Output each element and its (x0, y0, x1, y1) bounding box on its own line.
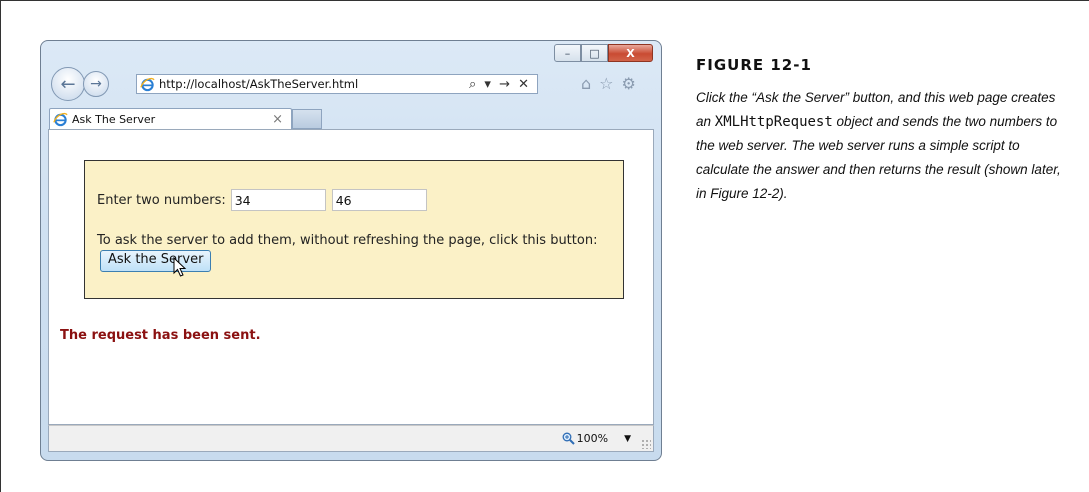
chevron-down-icon[interactable]: ▼ (624, 434, 631, 444)
navigation-buttons: ← → (51, 67, 109, 101)
prompt-label: Enter two numbers: (97, 192, 226, 208)
maximize-button[interactable]: □ (581, 44, 608, 62)
numbers-row: Enter two numbers: (97, 189, 427, 211)
new-tab-button[interactable] (292, 109, 322, 129)
zoom-level: 100% (576, 432, 609, 445)
zoom-icon (562, 432, 575, 445)
number1-input[interactable] (230, 189, 326, 211)
forward-arrow-icon[interactable]: → (83, 71, 109, 97)
tab-ask-the-server[interactable]: Ask The Server × (49, 108, 292, 129)
caption-code: XMLHttpRequest (714, 114, 833, 130)
tab-close-icon[interactable]: × (272, 112, 291, 127)
instruction-block: To ask the server to add them, without r… (97, 231, 617, 277)
figure-label: FIGURE 12-1 (696, 56, 812, 74)
page-frame-left (0, 0, 1, 492)
home-icon[interactable]: ⌂ (581, 74, 591, 93)
address-url: http://localhost/AskTheServer.html (159, 77, 359, 91)
browser-toolbar-icons: ⌂ ☆ ⚙ (581, 74, 636, 93)
window-controls: – □ X (554, 44, 653, 62)
tab-title: Ask The Server (72, 112, 156, 126)
ie-logo-icon (139, 76, 155, 92)
number2-input[interactable] (331, 189, 427, 211)
status-bar: 100% ▼ (48, 425, 654, 452)
form-panel: Enter two numbers: To ask the server to … (84, 160, 624, 299)
address-tools[interactable]: ⌕ ▾ → ✕ (469, 77, 537, 92)
result-message: The request has been sent. (60, 328, 261, 343)
mouse-cursor-icon (173, 257, 187, 277)
figure-caption: Click the “Ask the Server” button, and t… (696, 86, 1074, 206)
address-bar[interactable]: http://localhost/AskTheServer.html ⌕ ▾ →… (136, 74, 538, 94)
page-frame-top (0, 0, 1089, 1)
browser-window: – □ X ← → http://localhost/AskTheServer.… (40, 40, 662, 461)
minimize-button[interactable]: – (554, 44, 581, 62)
gear-icon[interactable]: ⚙ (622, 74, 636, 93)
back-arrow-icon[interactable]: ← (51, 67, 85, 101)
instruction-text: To ask the server to add them, without r… (97, 233, 598, 248)
ie-logo-icon (52, 111, 68, 127)
resize-grip[interactable] (641, 439, 651, 449)
star-icon[interactable]: ☆ (599, 74, 613, 93)
zoom-control[interactable]: 100% ▼ (562, 432, 631, 445)
ask-button-label: Ask the Server (108, 252, 204, 267)
close-button[interactable]: X (608, 44, 653, 62)
ask-the-server-button[interactable]: Ask the Server (100, 250, 212, 277)
page-content: Enter two numbers: To ask the server to … (48, 129, 654, 425)
